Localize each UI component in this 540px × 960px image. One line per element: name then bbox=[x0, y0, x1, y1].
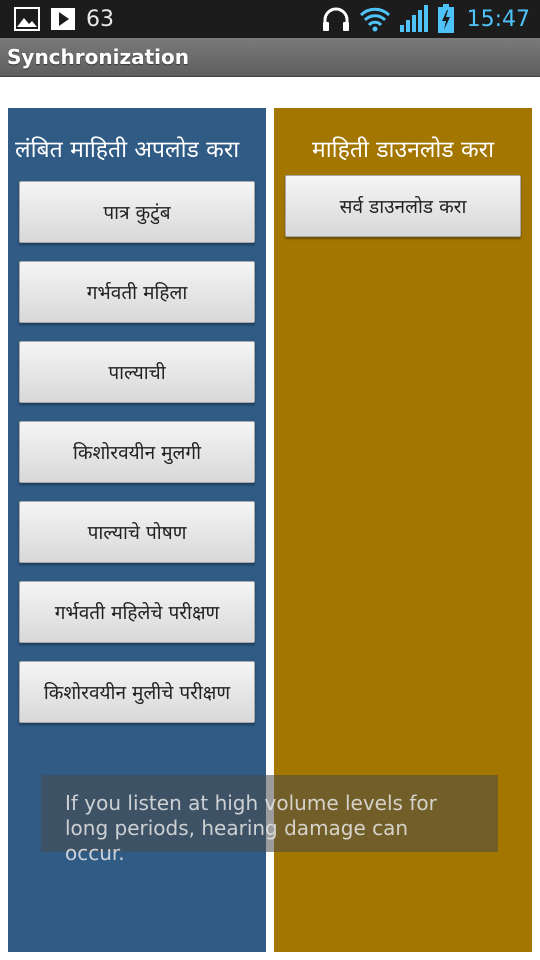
status-bar-left: 63 bbox=[14, 6, 114, 32]
upload-child-button[interactable]: पाल्याची bbox=[19, 341, 255, 403]
upload-panel-heading: लंबित माहिती अपलोड करा bbox=[15, 137, 240, 163]
toast-message: If you listen at high volume levels for … bbox=[41, 775, 498, 865]
wifi-icon bbox=[359, 6, 391, 32]
notification-count: 63 bbox=[86, 6, 114, 32]
page-title: Synchronization bbox=[7, 45, 190, 69]
image-icon bbox=[14, 7, 40, 31]
status-bar-right: 15:47 bbox=[321, 4, 530, 34]
upload-eligible-family-button[interactable]: पात्र कुटुंब bbox=[19, 181, 255, 243]
upload-adolescent-girl-exam-button[interactable]: किशोरवयीन मुलीचे परीक्षण bbox=[19, 661, 255, 723]
battery-icon bbox=[437, 4, 455, 34]
download-all-button[interactable]: सर्व डाउनलोड करा bbox=[285, 175, 521, 237]
upload-pregnant-woman-button[interactable]: गर्भवती महिला bbox=[19, 261, 255, 323]
upload-child-nutrition-button[interactable]: पाल्याचे पोषण bbox=[19, 501, 255, 563]
upload-pregnant-woman-exam-button[interactable]: गर्भवती महिलेचे परीक्षण bbox=[19, 581, 255, 643]
title-bar: Synchronization bbox=[0, 38, 540, 77]
download-panel-heading: माहिती डाउनलोड करा bbox=[311, 137, 495, 163]
clock: 15:47 bbox=[466, 6, 530, 32]
upload-adolescent-girl-button[interactable]: किशोरवयीन मुलगी bbox=[19, 421, 255, 483]
headphones-icon bbox=[321, 6, 351, 32]
status-bar: 63 15:47 bbox=[0, 0, 540, 38]
signal-icon bbox=[399, 5, 429, 33]
play-icon bbox=[50, 7, 76, 31]
